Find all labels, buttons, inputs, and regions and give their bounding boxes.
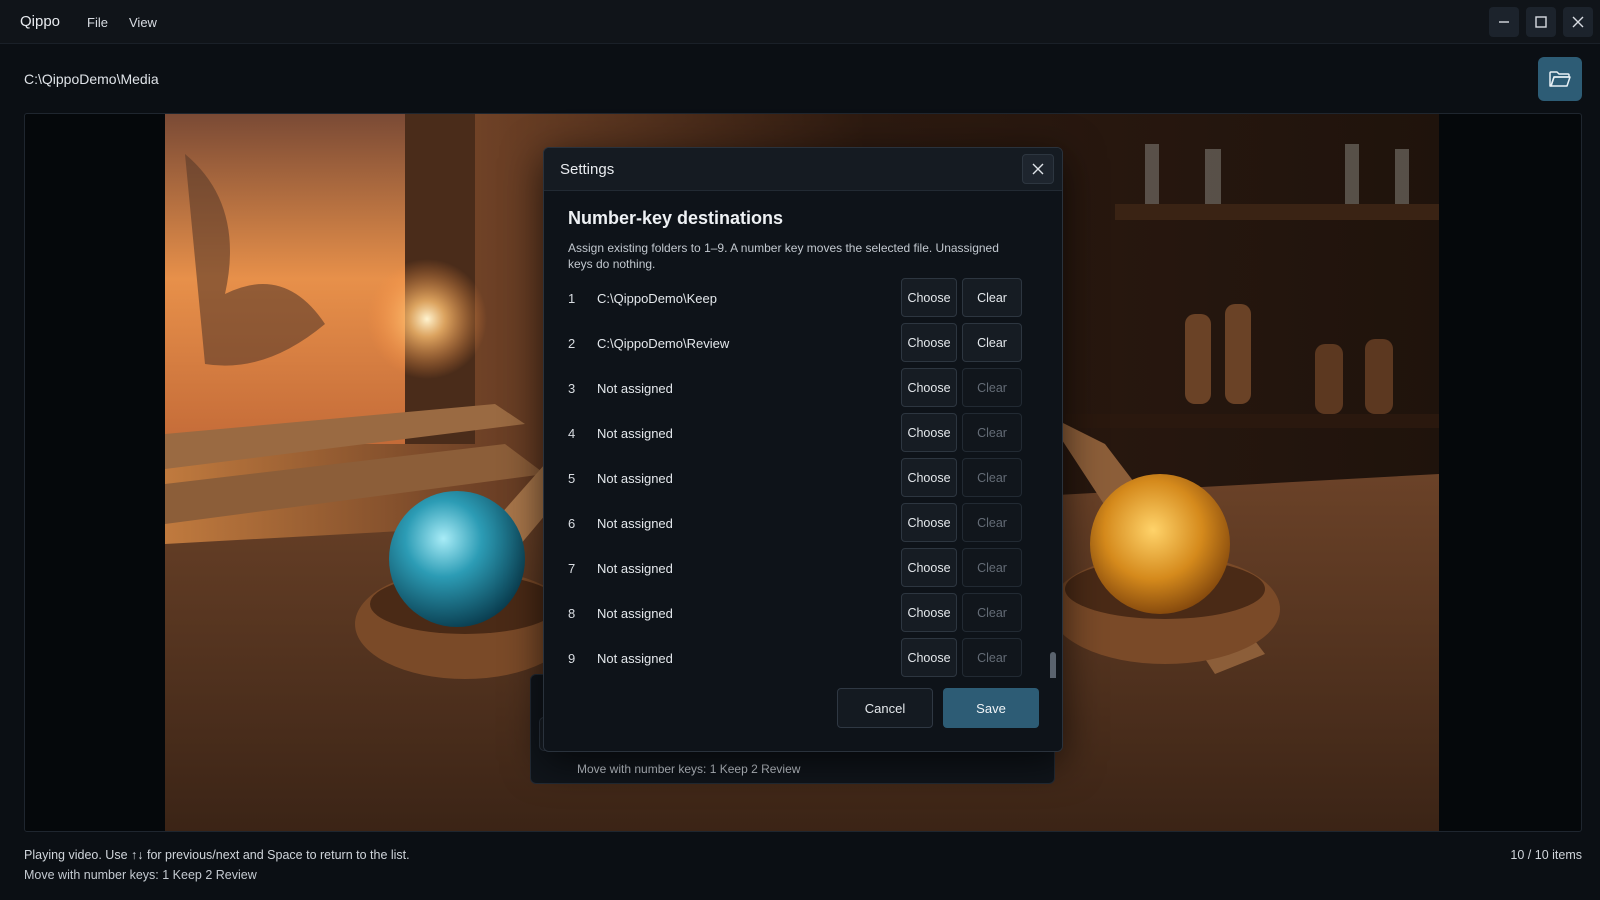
destination-path: Not assigned [597, 471, 673, 486]
choose-button[interactable]: Choose [901, 458, 957, 497]
clear-button[interactable]: Clear [962, 323, 1022, 362]
clear-button: Clear [962, 458, 1022, 497]
clear-button: Clear [962, 368, 1022, 407]
destination-row: 9 Not assigned Choose Clear [544, 638, 1029, 678]
destination-row: 7 Not assigned Choose Clear [544, 548, 1029, 588]
close-window-button[interactable] [1563, 7, 1593, 37]
section-title: Number-key destinations [568, 208, 784, 228]
clear-button: Clear [962, 593, 1022, 632]
settings-dialog: Settings Number-key destinations Assign … [543, 147, 1063, 752]
section-description: Assign existing folders to 1–9. A number… [568, 241, 999, 271]
destination-row: 8 Not assigned Choose Clear [544, 593, 1029, 633]
minimize-button[interactable] [1489, 7, 1519, 37]
clear-button: Clear [962, 638, 1022, 677]
destination-row: 2 C:\QippoDemo\Review Choose Clear [544, 323, 1029, 363]
choose-button[interactable]: Choose [901, 323, 957, 362]
destination-path: Not assigned [597, 606, 673, 621]
minimize-icon [1499, 21, 1509, 23]
destination-key: 4 [568, 426, 576, 441]
dialog-title: Settings [560, 161, 615, 178]
status-keys-hint: Move with number keys: 1 Keep 2 Review [24, 868, 257, 882]
destination-key: 9 [568, 651, 576, 666]
destination-key: 7 [568, 561, 576, 576]
maximize-icon [1535, 16, 1547, 28]
destination-key: 5 [568, 471, 576, 486]
destination-path: Not assigned [597, 561, 673, 576]
destination-path: Not assigned [597, 516, 673, 531]
destination-row: 3 Not assigned Choose Clear [544, 368, 1029, 408]
destination-row: 5 Not assigned Choose Clear [544, 458, 1029, 498]
title-bar: Qippo File View [0, 0, 1600, 44]
destination-path: C:\QippoDemo\Review [597, 336, 730, 351]
status-message: Playing video. Use ↑↓ for previous/next … [24, 848, 410, 862]
choose-button[interactable]: Choose [901, 503, 957, 542]
choose-button[interactable]: Choose [901, 413, 957, 452]
clear-button[interactable]: Clear [962, 278, 1022, 317]
destination-path: Not assigned [597, 381, 673, 396]
choose-button[interactable]: Choose [901, 368, 957, 407]
destination-row: 4 Not assigned Choose Clear [544, 413, 1029, 453]
destination-key: 6 [568, 516, 576, 531]
destination-path: C:\QippoDemo\Keep [597, 291, 717, 306]
destination-row: 6 Not assigned Choose Clear [544, 503, 1029, 543]
choose-button[interactable]: Choose [901, 638, 957, 677]
destination-row: 1 C:\QippoDemo\Keep Choose Clear [544, 278, 1029, 318]
dialog-scrollbar[interactable] [1048, 192, 1058, 751]
destination-path: Not assigned [597, 426, 673, 441]
menu-view[interactable]: View [129, 15, 157, 30]
destination-key: 1 [568, 291, 576, 306]
cancel-button[interactable]: Cancel [837, 688, 933, 728]
destination-key: 2 [568, 336, 576, 351]
choose-button[interactable]: Choose [901, 278, 957, 317]
dialog-header: Settings [544, 148, 1062, 191]
save-button[interactable]: Save [943, 688, 1039, 728]
choose-button[interactable]: Choose [901, 593, 957, 632]
close-icon [1032, 163, 1044, 175]
maximize-button[interactable] [1526, 7, 1556, 37]
folder-open-icon [1549, 71, 1571, 87]
clear-button: Clear [962, 503, 1022, 542]
player-hint: Move with number keys: 1 Keep 2 Review [577, 762, 801, 776]
clear-button: Clear [962, 413, 1022, 452]
dialog-footer: Cancel Save [544, 678, 1062, 751]
destination-key: 3 [568, 381, 576, 396]
current-path: C:\QippoDemo\Media [24, 71, 159, 87]
destination-path: Not assigned [597, 651, 673, 666]
destination-key: 8 [568, 606, 576, 621]
item-count: 10 / 10 items [1510, 848, 1582, 862]
close-icon [1572, 16, 1584, 28]
choose-button[interactable]: Choose [901, 548, 957, 587]
app-name: Qippo [20, 13, 61, 30]
menu-file[interactable]: File [87, 15, 108, 30]
open-folder-button[interactable] [1538, 57, 1582, 101]
dialog-close-button[interactable] [1022, 154, 1054, 184]
clear-button: Clear [962, 548, 1022, 587]
